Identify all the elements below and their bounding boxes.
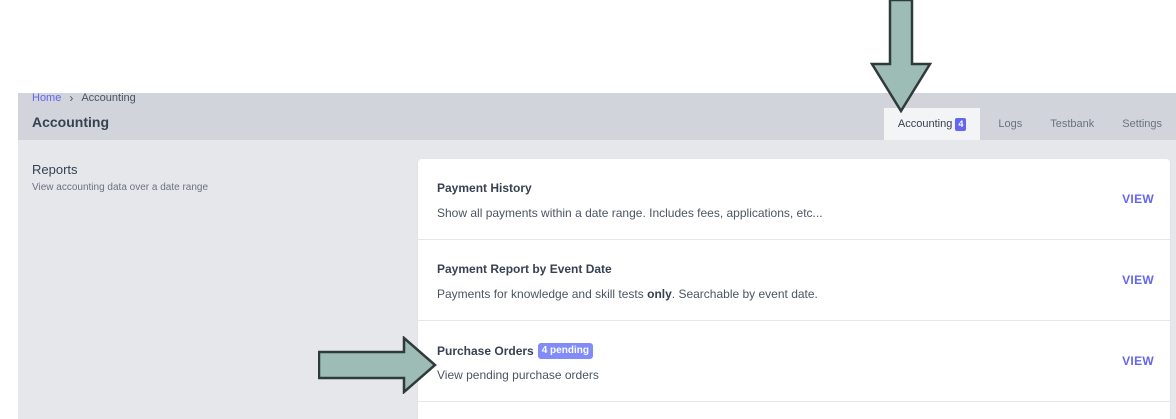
report-description-end: . Searchable by event date. xyxy=(671,287,818,301)
reports-card: Payment History Show all payments within… xyxy=(418,159,1170,419)
view-payment-history-link[interactable]: VIEW xyxy=(1122,192,1154,206)
report-description: Payments for knowledge and skill tests o… xyxy=(437,287,818,301)
tab-testbank-label: Testbank xyxy=(1050,118,1095,130)
report-title-container: Purchase Orders 4 pending xyxy=(437,343,593,359)
report-description-start: Payments for knowledge and skill tests xyxy=(437,287,648,301)
right-arrow-annotation-icon xyxy=(318,336,437,394)
report-description-emphasis: only xyxy=(647,287,672,301)
view-payment-report-link[interactable]: VIEW xyxy=(1122,273,1154,287)
tab-logs[interactable]: Logs xyxy=(984,108,1036,140)
tab-accounting-badge: 4 xyxy=(955,117,967,131)
breadcrumb: Home › Accounting xyxy=(32,93,136,105)
report-description: View pending purchase orders xyxy=(437,368,599,382)
report-title: Payment Report by Event Date xyxy=(437,262,612,276)
tab-settings[interactable]: Settings xyxy=(1108,108,1176,140)
tab-testbank[interactable]: Testbank xyxy=(1036,108,1108,140)
report-title: Purchase Orders xyxy=(437,344,534,358)
pending-count-badge: 4 pending xyxy=(537,343,593,359)
tab-logs-label: Logs xyxy=(998,118,1023,130)
report-row-purchase-orders: Purchase Orders 4 pending View pending p… xyxy=(418,321,1170,402)
report-title: Payment History xyxy=(437,181,532,195)
breadcrumb-home-link[interactable]: Home xyxy=(32,93,61,104)
tab-settings-label: Settings xyxy=(1122,118,1162,130)
section-title: Reports xyxy=(32,162,78,177)
accounting-app: Home › Accounting Accounting Accounting … xyxy=(18,93,1176,419)
tab-accounting-label: Accounting xyxy=(897,118,953,130)
page-header: Home › Accounting Accounting Accounting … xyxy=(18,93,1176,140)
view-purchase-orders-link[interactable]: VIEW xyxy=(1122,354,1154,368)
down-arrow-annotation-icon xyxy=(869,0,933,114)
report-row-payment-report-by-event-date: Payment Report by Event Date Payments fo… xyxy=(418,240,1170,321)
page-title: Accounting xyxy=(32,114,109,130)
section-description: View accounting data over a date range xyxy=(32,182,209,193)
breadcrumb-current: Accounting xyxy=(81,93,136,104)
breadcrumb-separator-icon: › xyxy=(69,93,74,105)
report-row-payment-history: Payment History Show all payments within… xyxy=(418,159,1170,240)
report-description: Show all payments within a date range. I… xyxy=(437,206,823,220)
